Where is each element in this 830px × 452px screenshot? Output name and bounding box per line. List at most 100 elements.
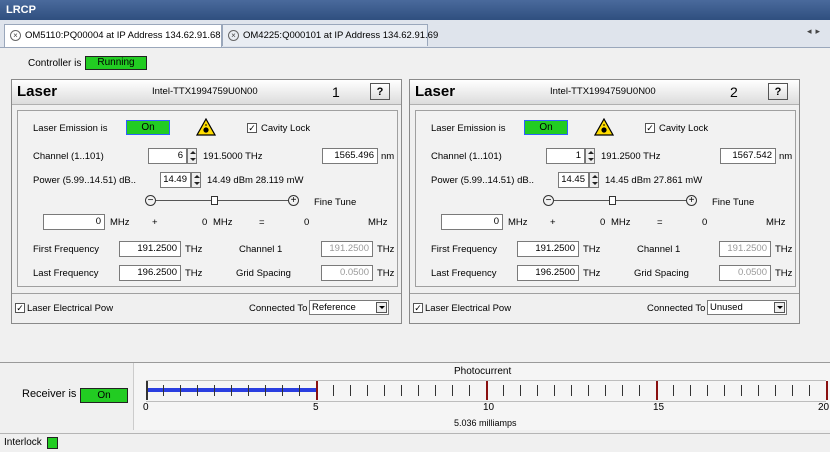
interlock-bar: Interlock [0, 433, 830, 452]
gauge-tick [605, 385, 606, 396]
offset-unit: MHz [611, 217, 631, 228]
gauge-tick [231, 385, 232, 396]
wavelength-field[interactable]: 1567.542 [720, 148, 776, 164]
wavelength-unit: nm [779, 151, 793, 162]
gauge-tick [384, 385, 385, 396]
gauge-tick [299, 385, 300, 396]
power-stepper[interactable] [191, 172, 201, 188]
emission-label: Laser Emission is [431, 123, 506, 134]
channel-frequency: 191.2500 THz [601, 151, 661, 162]
laser-footer: ✓ Laser Electrical Pow Connected To Unus… [410, 293, 799, 324]
gauge-track [146, 380, 828, 402]
power-label: Power (5.99..14.51) dB.. [33, 175, 136, 186]
channel-input[interactable]: 1 [546, 148, 585, 164]
laser-number: 2 [730, 84, 738, 100]
fine-tune-plus-icon[interactable]: + [288, 195, 299, 206]
gauge-scale-label: 15 [653, 402, 665, 413]
connected-to-select[interactable]: Reference [309, 300, 389, 315]
equals-sign: = [657, 217, 663, 228]
wavelength-unit: nm [381, 151, 395, 162]
gauge-tick [724, 385, 725, 396]
channel1-label: Channel 1 [239, 244, 283, 255]
tab-strip: × OM5110:PQ00004 at IP Address 134.62.91… [0, 20, 830, 48]
fine-mhz-input[interactable]: 0 [441, 214, 503, 230]
fine-tune-slider-track[interactable] [156, 200, 288, 201]
emission-status-led[interactable]: On [524, 120, 568, 135]
first-frequency-label: First Frequency [33, 244, 99, 255]
help-button[interactable]: ? [768, 83, 788, 100]
offset-value: 0 [600, 217, 606, 228]
fine-tune-slider-thumb[interactable] [609, 196, 616, 205]
grid-spacing-label: Grid Spacing [236, 268, 291, 279]
channel-stepper[interactable] [187, 148, 197, 164]
first-frequency-input[interactable]: 191.2500 [119, 241, 181, 257]
tab-label: OM4225:Q000101 at IP Address 134.62.91.6… [243, 30, 439, 41]
channel-label: Channel (1..101) [431, 151, 502, 162]
channel-input[interactable]: 6 [148, 148, 187, 164]
gauge-scale-label: 5 [313, 402, 319, 413]
window-title: LRCP [0, 0, 830, 20]
gauge-tick [163, 385, 164, 396]
laser-title: Laser [415, 83, 456, 100]
first-frequency-input[interactable]: 191.2500 [517, 241, 579, 257]
electrical-power-label: Laser Electrical Pow [425, 303, 512, 314]
connected-to-label: Connected To [249, 303, 308, 314]
thz-unit: THz [377, 268, 395, 279]
gauge-major-tick [146, 381, 148, 400]
tab-label: OM5110:PQ00004 at IP Address 134.62.91.6… [25, 30, 221, 41]
gauge-tick [571, 385, 572, 396]
power-input[interactable]: 14.49 [160, 172, 191, 188]
laser-footer: ✓ Laser Electrical Pow Connected To Refe… [12, 293, 401, 324]
thz-unit: THz [775, 268, 793, 279]
grid-spacing-field: 0.0500 [719, 265, 771, 281]
power-readout: 14.49 dBm 28.119 mW [207, 175, 304, 186]
cavity-lock-checkbox[interactable]: ✓ [645, 123, 655, 133]
wavelength-field[interactable]: 1565.496 [322, 148, 378, 164]
gauge-tick [775, 385, 776, 396]
channel-frequency: 191.5000 THz [203, 151, 263, 162]
connected-to-select[interactable]: Unused [707, 300, 787, 315]
gauge-tick [520, 385, 521, 396]
cavity-lock-checkbox[interactable]: ✓ [247, 123, 257, 133]
channel-stepper[interactable] [585, 148, 595, 164]
last-frequency-input[interactable]: 196.2500 [517, 265, 579, 281]
fine-mhz-input[interactable]: 0 [43, 214, 105, 230]
chevron-down-icon[interactable] [774, 302, 785, 313]
last-frequency-input[interactable]: 196.2500 [119, 265, 181, 281]
power-stepper[interactable] [589, 172, 599, 188]
photocurrent-reading: 5.036 milliamps [454, 418, 517, 428]
fine-tune-plus-icon[interactable]: + [686, 195, 697, 206]
total-unit: MHz [766, 217, 786, 228]
controller-status-led: Running [85, 56, 147, 70]
thz-unit: THz [583, 244, 601, 255]
gauge-tick [707, 385, 708, 396]
electrical-power-checkbox[interactable]: ✓ [15, 303, 25, 313]
tab-om4225[interactable]: × OM4225:Q000101 at IP Address 134.62.91… [222, 24, 438, 46]
power-input[interactable]: 14.45 [558, 172, 589, 188]
offset-value: 0 [202, 217, 208, 228]
connected-to-label: Connected To [647, 303, 706, 314]
fine-tune-slider-track[interactable] [554, 200, 686, 201]
gauge-tick [367, 385, 368, 396]
tab-scroll-arrows-icon[interactable]: ◂▸ [807, 26, 824, 37]
interlock-label: Interlock [4, 437, 42, 448]
thz-unit: THz [775, 244, 793, 255]
fine-tune-minus-icon[interactable]: − [543, 195, 554, 206]
close-tab-icon[interactable]: × [10, 30, 21, 41]
help-button[interactable]: ? [370, 83, 390, 100]
gauge-tick [248, 385, 249, 396]
fine-tune-slider-thumb[interactable] [211, 196, 218, 205]
fine-tune-minus-icon[interactable]: − [145, 195, 156, 206]
gauge-major-tick [486, 381, 488, 400]
tab-om5110[interactable]: × OM5110:PQ00004 at IP Address 134.62.91… [4, 24, 222, 47]
chevron-down-icon[interactable] [376, 302, 387, 313]
laser-warning-icon [594, 118, 614, 136]
channel1-label: Channel 1 [637, 244, 681, 255]
electrical-power-checkbox[interactable]: ✓ [413, 303, 423, 313]
emission-label: Laser Emission is [33, 123, 108, 134]
gauge-tick [809, 385, 810, 396]
close-tab-icon[interactable]: × [228, 30, 239, 41]
cavity-lock-label: Cavity Lock [261, 123, 311, 134]
emission-status-led[interactable]: On [126, 120, 170, 135]
laser-model: Intel-TTX1994759U0N00 [152, 86, 258, 97]
